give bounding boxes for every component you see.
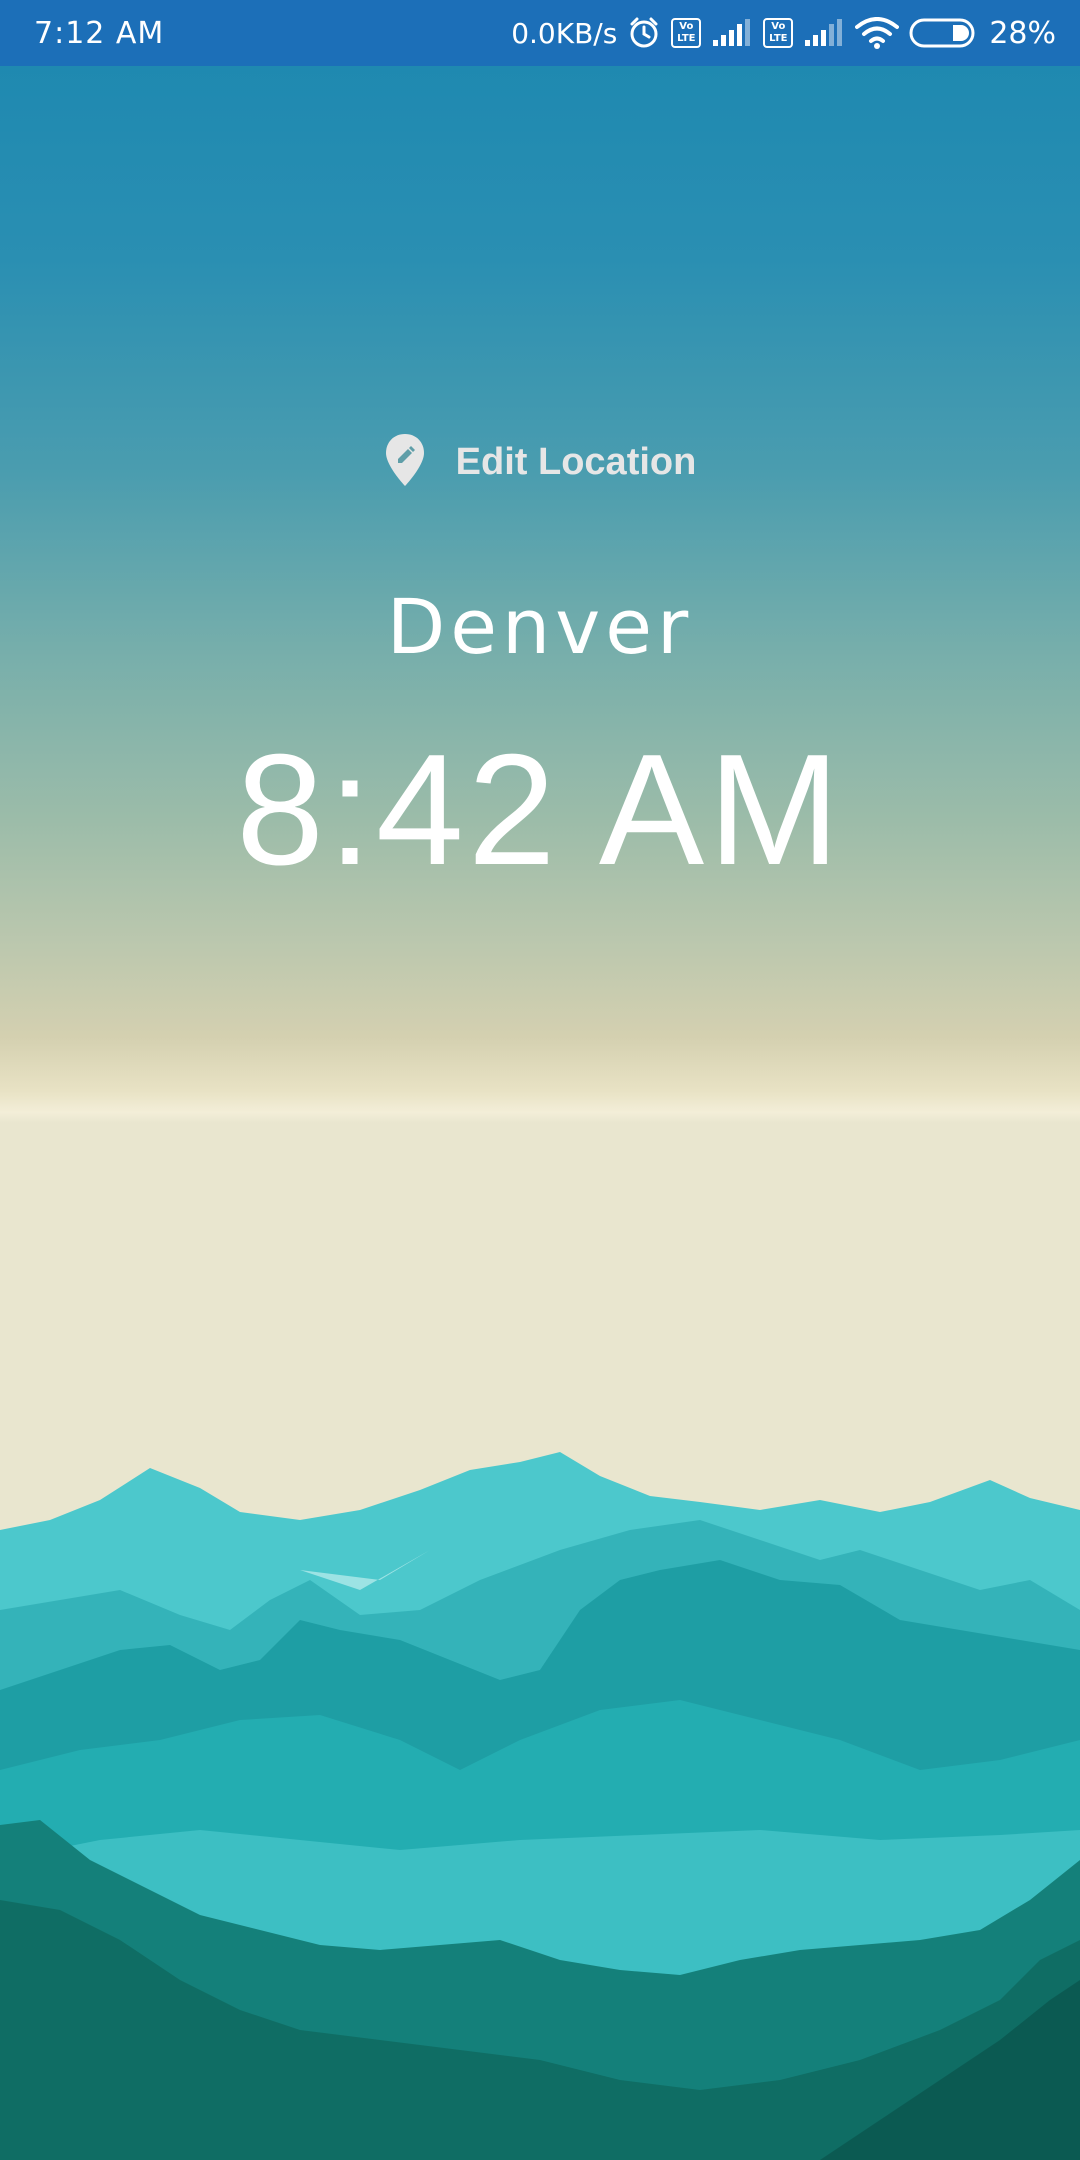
battery-icon xyxy=(909,17,975,49)
network-speed: 0.0KB/s xyxy=(511,16,618,50)
edit-location-button[interactable]: Edit Location xyxy=(0,432,1080,493)
wifi-icon xyxy=(855,17,900,49)
alarm-icon xyxy=(627,16,661,50)
volte-icon-2: Vo LTE xyxy=(763,18,794,48)
city-time: 8:42 AM xyxy=(236,722,844,898)
location-pin-edit-icon xyxy=(384,432,426,493)
city-name: Denver xyxy=(386,582,694,671)
mountain-landscape xyxy=(0,1452,1080,2160)
volte-icon: Vo LTE xyxy=(671,18,702,48)
status-time: 7:12 AM xyxy=(34,15,165,51)
battery-percent: 28% xyxy=(989,15,1056,51)
status-bar: 7:12 AM 0.0KB/s Vo LTE Vo LTE 28% xyxy=(0,0,1080,66)
signal-icon-2 xyxy=(803,18,845,48)
status-icons: 0.0KB/s Vo LTE Vo LTE 28% xyxy=(511,16,1056,51)
edit-location-label: Edit Location xyxy=(455,441,697,483)
signal-icon xyxy=(711,18,753,48)
